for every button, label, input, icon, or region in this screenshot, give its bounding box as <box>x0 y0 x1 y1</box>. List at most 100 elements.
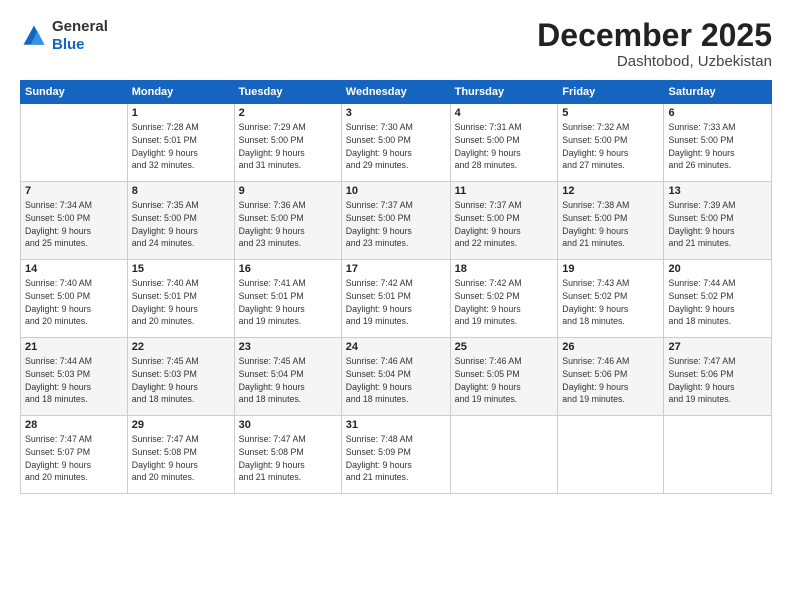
day-number: 1 <box>132 107 230 119</box>
logo: General Blue <box>20 18 108 54</box>
day-number: 4 <box>455 107 554 119</box>
calendar-body: 1 Sunrise: 7:28 AMSunset: 5:01 PMDaylight… <box>21 104 772 494</box>
day-number: 24 <box>346 341 446 353</box>
day-info: Sunrise: 7:47 AMSunset: 5:08 PMDaylight:… <box>239 433 337 484</box>
calendar-cell: 29Sunrise: 7:47 AMSunset: 5:08 PMDayligh… <box>127 416 234 494</box>
day-info: Sunrise: 7:48 AMSunset: 5:09 PMDaylight:… <box>346 433 446 484</box>
day-number: 7 <box>25 185 123 197</box>
calendar-cell: 12 Sunrise: 7:38 AMSunset: 5:00 PMDayligh… <box>558 182 664 260</box>
day-number: 9 <box>239 185 337 197</box>
calendar-table: SundayMondayTuesdayWednesdayThursdayFrid… <box>20 80 772 494</box>
day-number: 10 <box>346 185 446 197</box>
calendar-cell: 11Sunrise: 7:37 AMSunset: 5:00 PMDayligh… <box>450 182 558 260</box>
calendar-cell: 30 Sunrise: 7:47 AMSunset: 5:08 PMDayligh… <box>234 416 341 494</box>
day-info: Sunrise: 7:46 AMSunset: 5:06 PMDaylight:… <box>562 355 659 406</box>
calendar-cell: 28 Sunrise: 7:47 AMSunset: 5:07 PMDayligh… <box>21 416 128 494</box>
calendar-cell: 2 Sunrise: 7:29 AMSunset: 5:00 PMDaylight… <box>234 104 341 182</box>
header-cell-wednesday: Wednesday <box>341 81 450 104</box>
day-number: 3 <box>346 107 446 119</box>
calendar-cell: 18Sunrise: 7:42 AMSunset: 5:02 PMDayligh… <box>450 260 558 338</box>
calendar-cell: 5Sunrise: 7:32 AMSunset: 5:00 PMDaylight… <box>558 104 664 182</box>
month-year: December 2025 <box>537 18 772 53</box>
header-cell-thursday: Thursday <box>450 81 558 104</box>
logo-text: General Blue <box>52 18 108 54</box>
day-info: Sunrise: 7:32 AMSunset: 5:00 PMDaylight:… <box>562 121 659 172</box>
day-number: 18 <box>455 263 554 275</box>
day-info: Sunrise: 7:43 AMSunset: 5:02 PMDaylight:… <box>562 277 659 328</box>
day-info: Sunrise: 7:28 AMSunset: 5:01 PMDaylight:… <box>132 121 230 172</box>
week-row-4: 28 Sunrise: 7:47 AMSunset: 5:07 PMDayligh… <box>21 416 772 494</box>
day-number: 23 <box>239 341 337 353</box>
calendar-cell: 8Sunrise: 7:35 AMSunset: 5:00 PMDaylight… <box>127 182 234 260</box>
calendar-cell <box>664 416 772 494</box>
day-info: Sunrise: 7:44 AMSunset: 5:02 PMDaylight:… <box>668 277 767 328</box>
calendar-cell: 25 Sunrise: 7:46 AMSunset: 5:05 PMDayligh… <box>450 338 558 416</box>
day-number: 29 <box>132 419 230 431</box>
day-info: Sunrise: 7:45 AMSunset: 5:03 PMDaylight:… <box>132 355 230 406</box>
logo-blue: Blue <box>52 36 85 53</box>
calendar-cell: 19Sunrise: 7:43 AMSunset: 5:02 PMDayligh… <box>558 260 664 338</box>
day-info: Sunrise: 7:37 AMSunset: 5:00 PMDaylight:… <box>455 199 554 250</box>
calendar-cell: 15 Sunrise: 7:40 AMSunset: 5:01 PMDayligh… <box>127 260 234 338</box>
day-number: 15 <box>132 263 230 275</box>
day-number: 27 <box>668 341 767 353</box>
calendar-cell: 27 Sunrise: 7:47 AMSunset: 5:06 PMDayligh… <box>664 338 772 416</box>
day-number: 21 <box>25 341 123 353</box>
day-number: 14 <box>25 263 123 275</box>
day-number: 12 <box>562 185 659 197</box>
calendar-cell: 31 Sunrise: 7:48 AMSunset: 5:09 PMDayligh… <box>341 416 450 494</box>
week-row-2: 14 Sunrise: 7:40 AMSunset: 5:00 PMDayligh… <box>21 260 772 338</box>
day-info: Sunrise: 7:40 AMSunset: 5:01 PMDaylight:… <box>132 277 230 328</box>
calendar-cell: 4Sunrise: 7:31 AMSunset: 5:00 PMDaylight… <box>450 104 558 182</box>
calendar-header: SundayMondayTuesdayWednesdayThursdayFrid… <box>21 81 772 104</box>
calendar-cell: 22 Sunrise: 7:45 AMSunset: 5:03 PMDayligh… <box>127 338 234 416</box>
calendar-cell: 17Sunrise: 7:42 AMSunset: 5:01 PMDayligh… <box>341 260 450 338</box>
day-info: Sunrise: 7:46 AMSunset: 5:05 PMDaylight:… <box>455 355 554 406</box>
calendar-cell: 16 Sunrise: 7:41 AMSunset: 5:01 PMDayligh… <box>234 260 341 338</box>
day-info: Sunrise: 7:37 AMSunset: 5:00 PMDaylight:… <box>346 199 446 250</box>
header-cell-monday: Monday <box>127 81 234 104</box>
day-number: 17 <box>346 263 446 275</box>
day-number: 16 <box>239 263 337 275</box>
day-info: Sunrise: 7:29 AMSunset: 5:00 PMDaylight:… <box>239 121 337 172</box>
calendar-cell <box>450 416 558 494</box>
header-cell-friday: Friday <box>558 81 664 104</box>
day-number: 6 <box>668 107 767 119</box>
day-info: Sunrise: 7:40 AMSunset: 5:00 PMDaylight:… <box>25 277 123 328</box>
day-info: Sunrise: 7:45 AMSunset: 5:04 PMDaylight:… <box>239 355 337 406</box>
day-number: 25 <box>455 341 554 353</box>
calendar-cell: 21Sunrise: 7:44 AMSunset: 5:03 PMDayligh… <box>21 338 128 416</box>
location: Dashtobod, Uzbekistan <box>537 53 772 70</box>
day-number: 30 <box>239 419 337 431</box>
title-block: December 2025 Dashtobod, Uzbekistan <box>537 18 772 70</box>
day-number: 26 <box>562 341 659 353</box>
day-info: Sunrise: 7:38 AMSunset: 5:00 PMDaylight:… <box>562 199 659 250</box>
calendar-cell <box>21 104 128 182</box>
calendar-cell: 6 Sunrise: 7:33 AMSunset: 5:00 PMDaylight… <box>664 104 772 182</box>
logo-general: General <box>52 18 108 35</box>
day-info: Sunrise: 7:35 AMSunset: 5:00 PMDaylight:… <box>132 199 230 250</box>
day-number: 28 <box>25 419 123 431</box>
day-number: 2 <box>239 107 337 119</box>
day-info: Sunrise: 7:39 AMSunset: 5:00 PMDaylight:… <box>668 199 767 250</box>
day-number: 20 <box>668 263 767 275</box>
day-info: Sunrise: 7:34 AMSunset: 5:00 PMDaylight:… <box>25 199 123 250</box>
week-row-3: 21Sunrise: 7:44 AMSunset: 5:03 PMDayligh… <box>21 338 772 416</box>
day-info: Sunrise: 7:46 AMSunset: 5:04 PMDaylight:… <box>346 355 446 406</box>
logo-icon <box>20 22 48 50</box>
day-info: Sunrise: 7:47 AMSunset: 5:06 PMDaylight:… <box>668 355 767 406</box>
day-number: 22 <box>132 341 230 353</box>
header-cell-tuesday: Tuesday <box>234 81 341 104</box>
day-info: Sunrise: 7:47 AMSunset: 5:07 PMDaylight:… <box>25 433 123 484</box>
day-info: Sunrise: 7:41 AMSunset: 5:01 PMDaylight:… <box>239 277 337 328</box>
calendar-cell: 1 Sunrise: 7:28 AMSunset: 5:01 PMDaylight… <box>127 104 234 182</box>
page: General Blue December 2025 Dashtobod, Uz… <box>0 0 792 612</box>
week-row-0: 1 Sunrise: 7:28 AMSunset: 5:01 PMDaylight… <box>21 104 772 182</box>
header-cell-sunday: Sunday <box>21 81 128 104</box>
day-number: 31 <box>346 419 446 431</box>
day-info: Sunrise: 7:33 AMSunset: 5:00 PMDaylight:… <box>668 121 767 172</box>
calendar-cell: 20 Sunrise: 7:44 AMSunset: 5:02 PMDayligh… <box>664 260 772 338</box>
calendar-cell: 24 Sunrise: 7:46 AMSunset: 5:04 PMDayligh… <box>341 338 450 416</box>
header-cell-saturday: Saturday <box>664 81 772 104</box>
calendar-cell: 7 Sunrise: 7:34 AMSunset: 5:00 PMDaylight… <box>21 182 128 260</box>
